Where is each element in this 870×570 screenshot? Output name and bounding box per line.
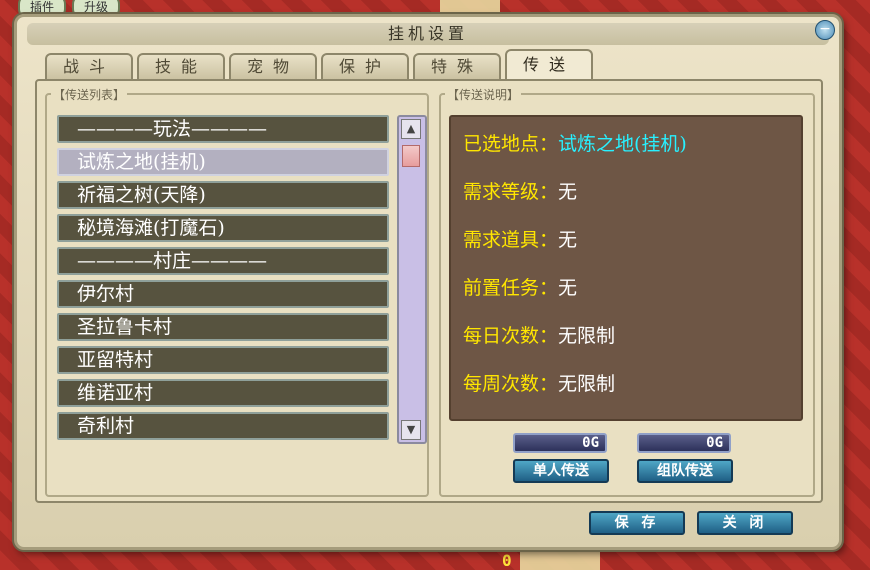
info-key: 每日次数： — [463, 325, 559, 347]
background-scene-tile — [520, 548, 600, 570]
single-teleport-cost: 0G — [513, 433, 607, 453]
list-scrollbar[interactable]: ▲ ▼ — [397, 115, 427, 444]
info-key: 已选地点： — [463, 133, 559, 155]
close-button[interactable]: 关 闭 — [697, 511, 793, 535]
info-value: 无 — [558, 181, 578, 203]
save-button[interactable]: 保 存 — [589, 511, 685, 535]
info-key: 前置任务： — [463, 277, 559, 299]
info-required-level: 需求等级：无 — [463, 177, 577, 204]
tab-special[interactable]: 特殊 — [413, 53, 501, 79]
info-daily-count: 每日次数：无限制 — [463, 321, 615, 348]
list-item-trial-ground[interactable]: 试炼之地(挂机) — [57, 148, 389, 176]
list-item-village-5[interactable]: 奇利村 — [57, 412, 389, 440]
team-teleport-button[interactable]: 组队传送 — [637, 459, 733, 483]
list-header-gameplay: ————玩法———— — [57, 115, 389, 143]
list-item-blessing-tree[interactable]: 祈福之树(天降) — [57, 181, 389, 209]
info-value: 无限制 — [558, 373, 616, 395]
teleport-description-panel: 【传送说明】 已选地点：试炼之地(挂机) 需求等级：无 需求道具：无 前置任务：… — [439, 86, 815, 497]
list-item-village-3[interactable]: 亚留特村 — [57, 346, 389, 374]
info-key: 需求等级： — [463, 181, 559, 203]
single-teleport-button[interactable]: 单人传送 — [513, 459, 609, 483]
background-counter: 0 — [502, 551, 512, 570]
scroll-down-arrow-icon[interactable]: ▼ — [401, 420, 421, 440]
description-box: 已选地点：试炼之地(挂机) 需求等级：无 需求道具：无 前置任务：无 每日次数：… — [449, 115, 803, 421]
tab-skills[interactable]: 技能 — [137, 53, 225, 79]
team-teleport-cost: 0G — [637, 433, 731, 453]
window-title: 挂机设置 — [27, 23, 829, 45]
info-required-item: 需求道具：无 — [463, 225, 577, 252]
info-key: 需求道具： — [463, 229, 559, 251]
scroll-thumb[interactable] — [402, 145, 420, 167]
info-value: 无限制 — [558, 325, 616, 347]
info-value: 无 — [558, 277, 578, 299]
background-scene-tile — [440, 0, 500, 14]
info-weekly-count: 每周次数：无限制 — [463, 369, 615, 396]
info-value: 试炼之地(挂机) — [558, 133, 687, 155]
list-item-village-4[interactable]: 维诺亚村 — [57, 379, 389, 407]
tab-pets[interactable]: 宠物 — [229, 53, 317, 79]
teleport-list: ————玩法———— 试炼之地(挂机) 祈福之树(天降) 秘境海滩(打魔石) —… — [57, 115, 389, 445]
info-key: 每周次数： — [463, 373, 559, 395]
list-item-village-1[interactable]: 伊尔村 — [57, 280, 389, 308]
info-selected-location: 已选地点：试炼之地(挂机) — [463, 129, 687, 156]
list-item-secret-beach[interactable]: 秘境海滩(打魔石) — [57, 214, 389, 242]
list-header-villages: ————村庄———— — [57, 247, 389, 275]
tab-content-teleport: 【传送列表】 ————玩法———— 试炼之地(挂机) 祈福之树(天降) 秘境海滩… — [35, 79, 823, 503]
teleport-description-label: 【传送说明】 — [445, 86, 522, 103]
info-prerequisite-quest: 前置任务：无 — [463, 273, 577, 300]
teleport-list-label: 【传送列表】 — [51, 86, 128, 103]
teleport-list-panel: 【传送列表】 ————玩法———— 试炼之地(挂机) 祈福之树(天降) 秘境海滩… — [45, 86, 429, 497]
tab-protection[interactable]: 保护 — [321, 53, 409, 79]
scroll-up-arrow-icon[interactable]: ▲ — [401, 119, 421, 139]
tab-bar: 战斗 技能 宠物 保护 特殊 传送 — [45, 49, 593, 79]
info-value: 无 — [558, 229, 578, 251]
tab-teleport[interactable]: 传送 — [505, 49, 593, 79]
minimize-icon[interactable]: − — [815, 20, 835, 40]
tab-battle[interactable]: 战斗 — [45, 53, 133, 79]
auto-battle-settings-window: 挂机设置 − 战斗 技能 宠物 保护 特殊 传送 【传送列表】 ————玩法——… — [14, 14, 842, 550]
list-item-village-2[interactable]: 圣拉鲁卡村 — [57, 313, 389, 341]
